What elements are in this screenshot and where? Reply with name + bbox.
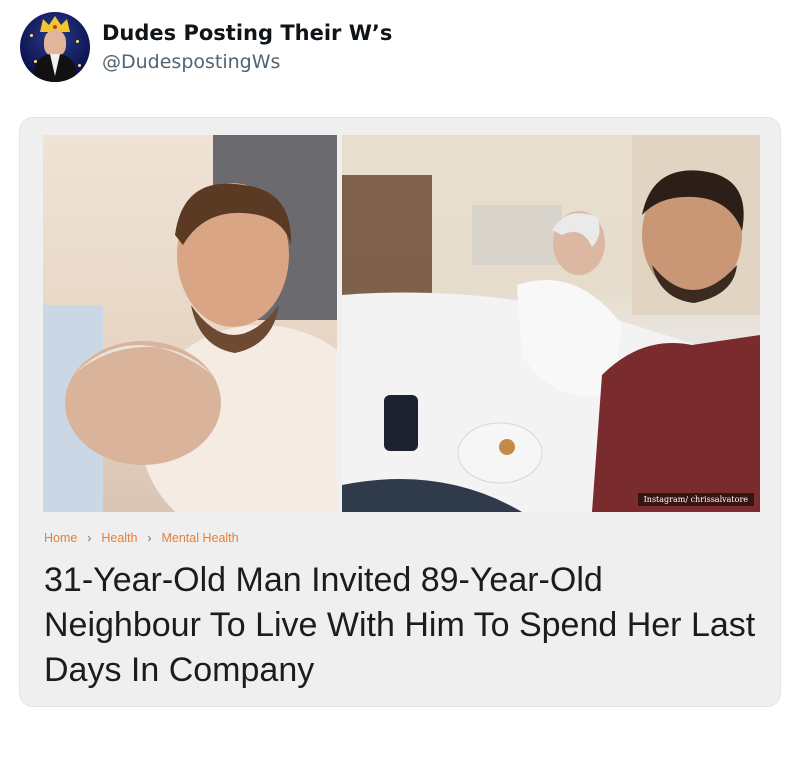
article-photo-left [43,135,337,512]
breadcrumb-mental-health[interactable]: Mental Health [161,531,238,545]
breadcrumb-health[interactable]: Health [101,531,137,545]
sparkle-icon [76,40,79,43]
author-name[interactable]: Dudes Posting Their W’s [102,21,392,45]
chevron-right-icon: › [87,531,92,545]
sparkle-icon [34,60,37,63]
chevron-right-icon: › [147,531,152,545]
article-card[interactable]: Instagram/ chrissalvatore Home › Health … [19,117,781,707]
photo-credit: Instagram/ chrissalvatore [637,493,754,506]
sparkle-icon [78,64,81,67]
bedside-illustration [342,135,760,512]
avatar[interactable] [20,12,90,82]
article-headline[interactable]: 31-Year-Old Man Invited 89-Year-Old Neig… [44,558,764,693]
breadcrumb-home[interactable]: Home [44,531,77,545]
article-photo-right: Instagram/ chrissalvatore [342,135,760,512]
breadcrumb: Home › Health › Mental Health [44,528,239,548]
selfie-illustration [43,135,337,512]
sparkle-icon [30,34,33,37]
avatar-face [44,30,66,56]
author-handle[interactable]: @DudespostingWs [102,51,280,73]
tweet-header: Dudes Posting Their W’s @DudespostingWs [20,10,780,86]
